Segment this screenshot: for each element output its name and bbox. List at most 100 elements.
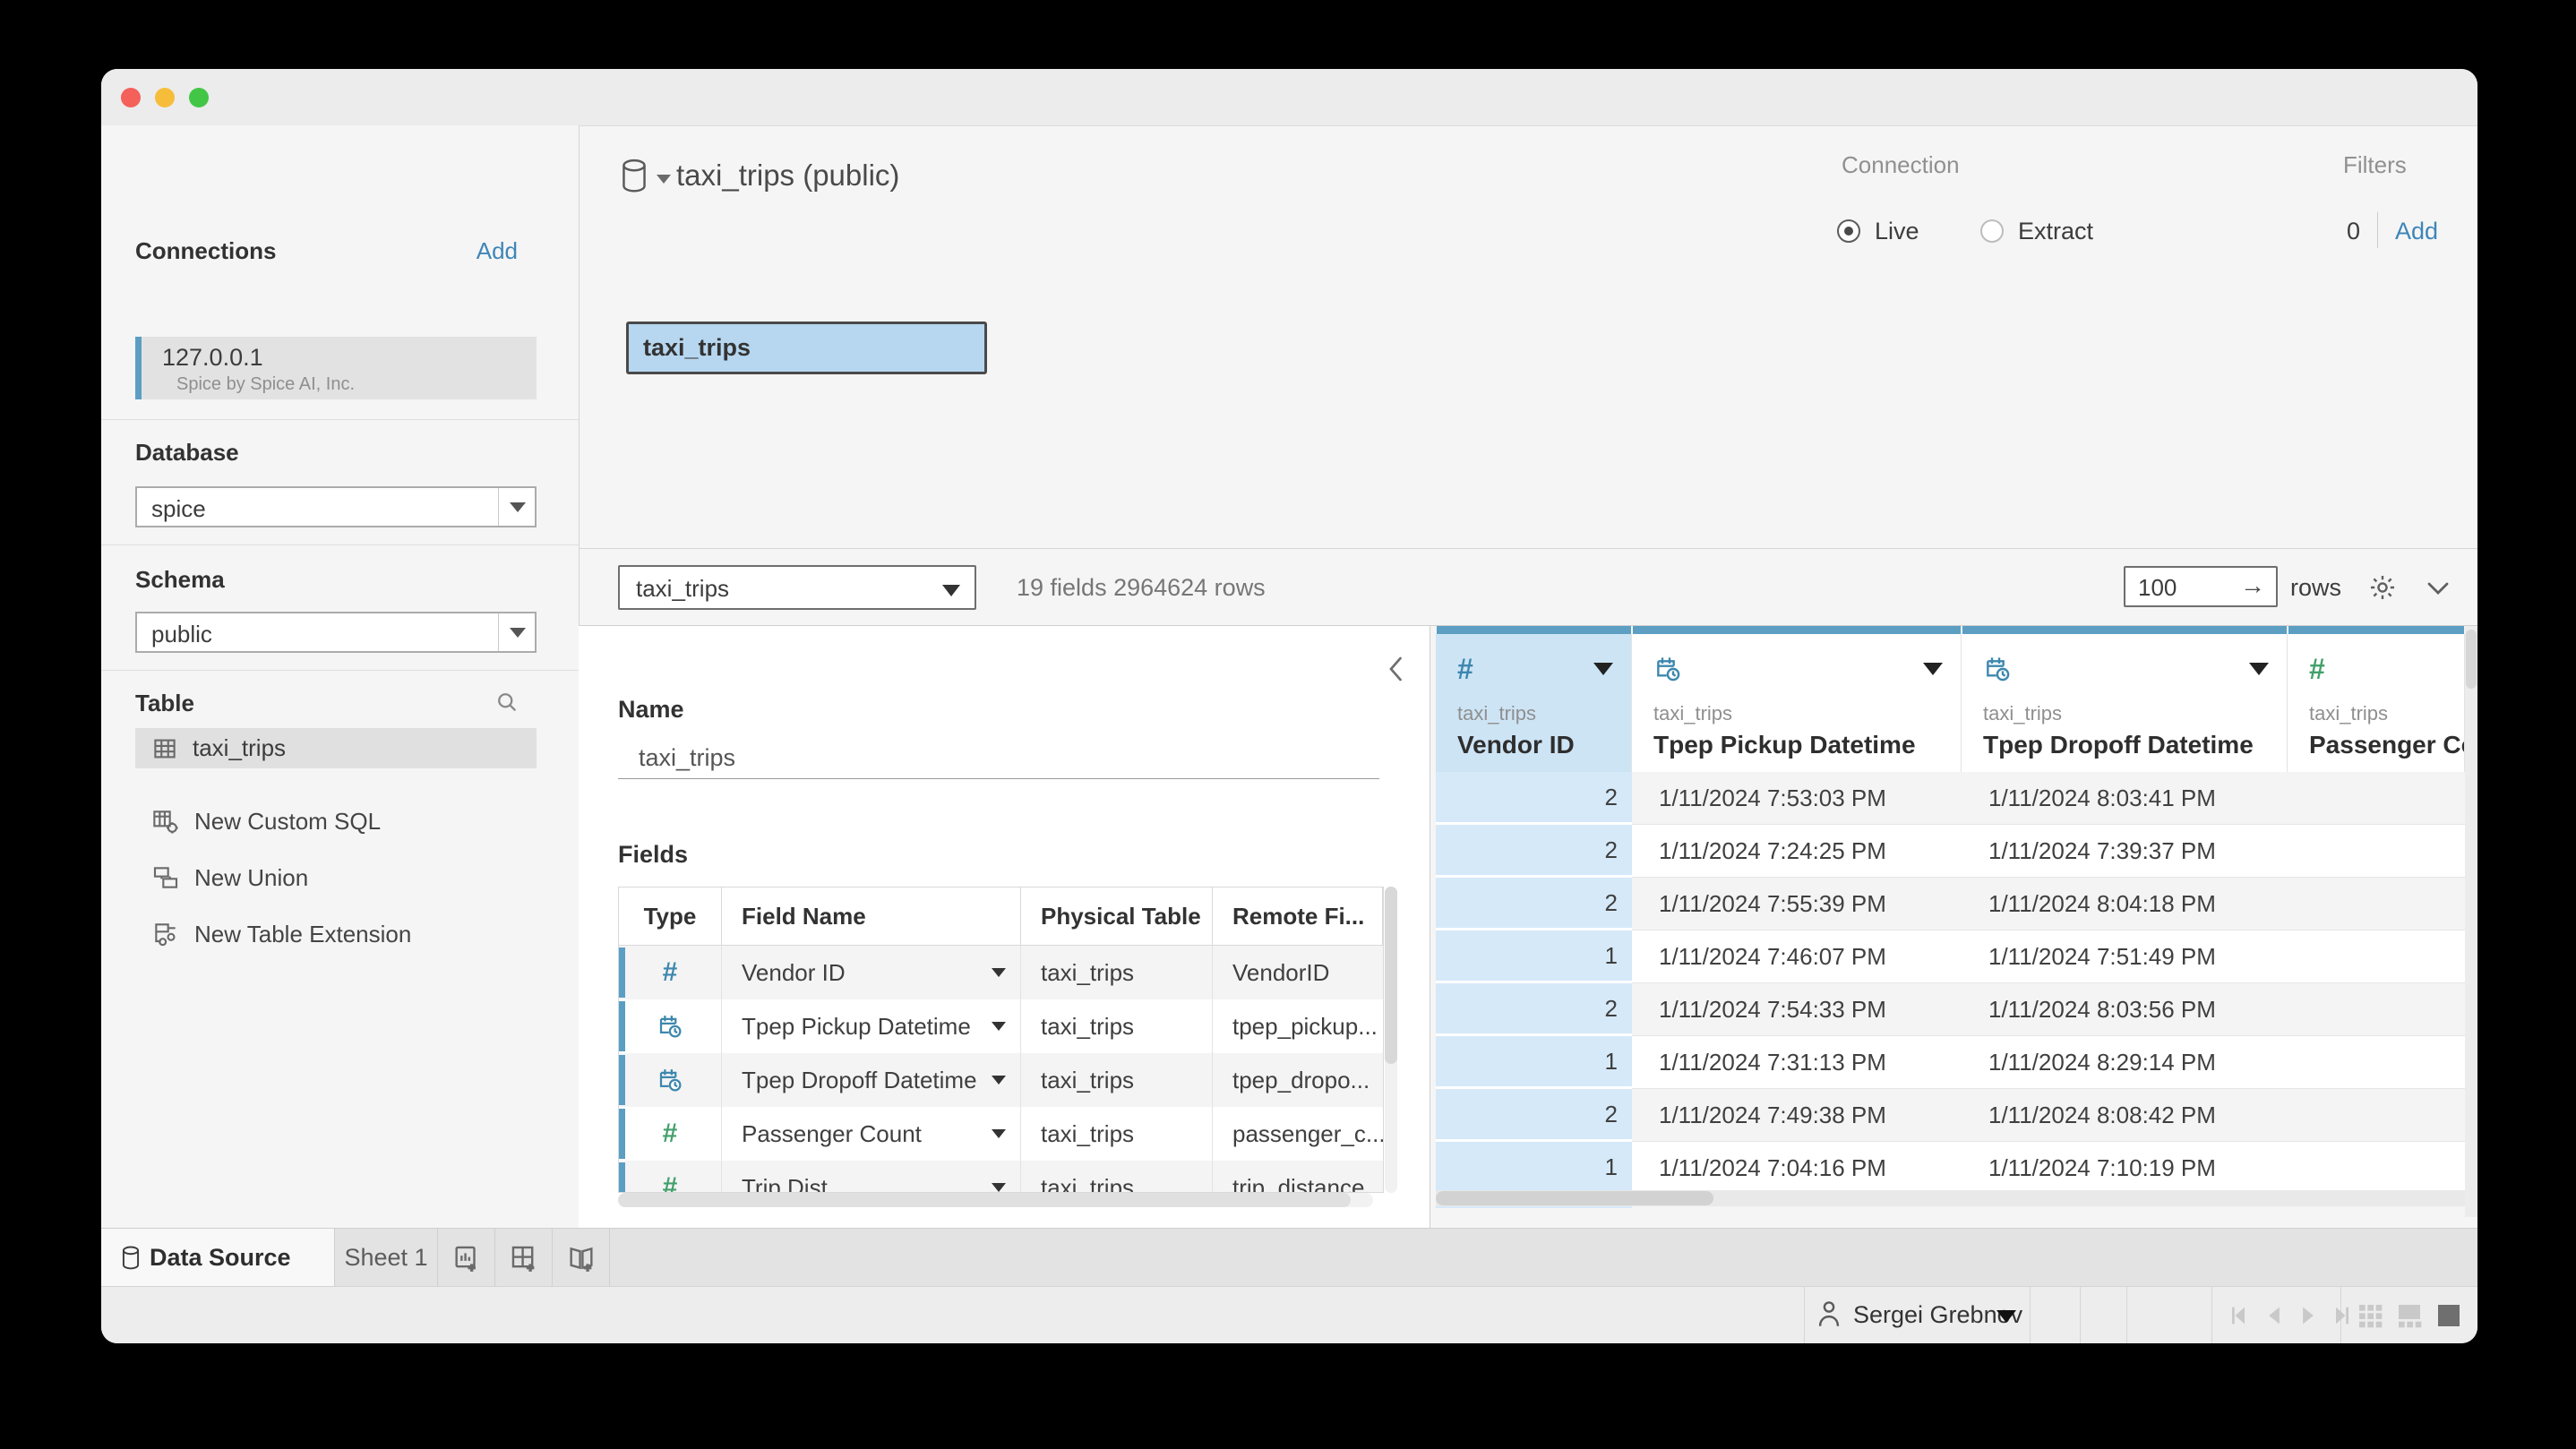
- field-row-vendor-id[interactable]: #Vendor IDtaxi_tripsVendorID: [619, 946, 1383, 999]
- column-menu-caret[interactable]: [1923, 663, 1943, 675]
- grid-cell[interactable]: 1/11/2024 7:24:25 PM: [1632, 825, 1962, 878]
- database-select[interactable]: spice: [135, 486, 537, 527]
- apply-row-count-icon[interactable]: →: [2240, 571, 2265, 600]
- column-header-vendor-id[interactable]: #taxi_tripsVendor ID: [1436, 634, 1632, 772]
- prev-page-icon[interactable]: [2262, 1303, 2287, 1333]
- user-menu-caret[interactable]: [1996, 1310, 2016, 1323]
- live-radio-label[interactable]: Live: [1875, 218, 1919, 245]
- grid-hscrollbar[interactable]: [1436, 1190, 2465, 1206]
- fields-hscrollbar[interactable]: [618, 1193, 1373, 1207]
- grid-cell[interactable]: 1/11/2024 8:04:18 PM: [1962, 878, 2288, 930]
- column-selection-strip[interactable]: [1962, 626, 2287, 634]
- grid-cell[interactable]: 1: [1436, 930, 1632, 983]
- grid-cell[interactable]: 2: [1436, 1089, 1632, 1142]
- canvas-table-chip[interactable]: taxi_trips: [626, 322, 987, 374]
- field-dropdown-caret[interactable]: [992, 1183, 1006, 1192]
- grid-vscrollbar[interactable]: [2465, 626, 2477, 1217]
- next-page-icon[interactable]: [2296, 1303, 2321, 1333]
- grid-cell[interactable]: 2: [1436, 825, 1632, 878]
- fields-vscrollbar[interactable]: [1385, 887, 1397, 1193]
- extract-radio-label[interactable]: Extract: [2018, 218, 2093, 245]
- field-row-passenger-count[interactable]: #Passenger Counttaxi_tripspassenger_c...: [619, 1107, 1383, 1161]
- filters-add-link[interactable]: Add: [2395, 218, 2438, 245]
- grid-cell[interactable]: 1/11/2024 7:53:03 PM: [1632, 772, 1962, 825]
- zoom-window-button[interactable]: [189, 88, 209, 107]
- grid-settings-gear-icon[interactable]: [2367, 572, 2398, 607]
- action-new-custom-sql[interactable]: New Custom SQL: [135, 803, 537, 839]
- grid-cell[interactable]: [2288, 1036, 2465, 1089]
- grid-cell[interactable]: 1/11/2024 8:03:56 PM: [1962, 983, 2288, 1036]
- live-radio[interactable]: [1837, 219, 1860, 243]
- tab-sheet1[interactable]: Sheet 1: [335, 1229, 438, 1287]
- grid-cell[interactable]: [2288, 878, 2465, 930]
- connection-item[interactable]: 127.0.0.1 Spice by Spice AI, Inc.: [135, 337, 537, 399]
- field-dropdown-caret[interactable]: [992, 1022, 1006, 1031]
- column-selection-strip[interactable]: [2288, 626, 2464, 634]
- close-window-button[interactable]: [121, 88, 141, 107]
- schema-select-dropdown[interactable]: [498, 613, 535, 651]
- grid-cell[interactable]: 1: [1436, 1036, 1632, 1089]
- row-count-input[interactable]: 100 →: [2124, 566, 2278, 607]
- datasource-caret-icon[interactable]: [657, 175, 671, 184]
- grid-cell[interactable]: 2: [1436, 983, 1632, 1036]
- field-row-tpep-dropoff-datetime[interactable]: Tpep Dropoff Datetimetaxi_tripstpep_drop…: [619, 1053, 1383, 1107]
- minimize-window-button[interactable]: [155, 88, 175, 107]
- grid-cell[interactable]: 1/11/2024 8:29:14 PM: [1962, 1036, 2288, 1089]
- grid-cell[interactable]: 1/11/2024 7:54:33 PM: [1632, 983, 1962, 1036]
- grid-cell[interactable]: [2288, 1142, 2465, 1195]
- show-sheet-sorter-icon[interactable]: [2356, 1301, 2384, 1334]
- grid-cell[interactable]: 1/11/2024 8:03:41 PM: [1962, 772, 2288, 825]
- grid-cell[interactable]: [2288, 930, 2465, 983]
- grid-cell[interactable]: 1/11/2024 7:55:39 PM: [1632, 878, 1962, 930]
- first-page-icon[interactable]: [2226, 1303, 2251, 1333]
- extract-radio[interactable]: [1980, 219, 2004, 243]
- grid-cell[interactable]: 1/11/2024 7:46:07 PM: [1632, 930, 1962, 983]
- add-connection-link[interactable]: Add: [477, 237, 518, 265]
- schema-select[interactable]: public: [135, 612, 537, 653]
- grid-cell[interactable]: 1: [1436, 1142, 1632, 1195]
- tab-data-source[interactable]: Data Source: [101, 1229, 335, 1287]
- grid-cell[interactable]: 2: [1436, 772, 1632, 825]
- show-tabs-icon[interactable]: [2434, 1301, 2463, 1334]
- grid-cell[interactable]: 1/11/2024 7:04:16 PM: [1632, 1142, 1962, 1195]
- column-header-passenger-count[interactable]: #taxi_tripsPassenger Count: [2288, 634, 2465, 772]
- database-select-dropdown[interactable]: [498, 488, 535, 526]
- name-input[interactable]: taxi_trips: [618, 741, 1379, 779]
- grid-cell[interactable]: [2288, 825, 2465, 878]
- last-page-icon[interactable]: [2330, 1303, 2355, 1333]
- column-menu-caret[interactable]: [1593, 663, 1613, 675]
- column-selection-strip[interactable]: [1633, 626, 1961, 634]
- grid-cell[interactable]: 1/11/2024 7:39:37 PM: [1962, 825, 2288, 878]
- column-selection-strip[interactable]: [1437, 626, 1631, 634]
- action-new-union[interactable]: New Union: [135, 860, 537, 896]
- collapse-pane-icon[interactable]: [1386, 656, 1409, 679]
- grid-cell[interactable]: 1/11/2024 7:51:49 PM: [1962, 930, 2288, 983]
- new-worksheet-button[interactable]: [438, 1229, 495, 1287]
- grid-cell[interactable]: 1/11/2024 7:10:19 PM: [1962, 1142, 2288, 1195]
- field-row-trip-dist-[interactable]: #Trip Dist...taxi_tripstrip_distance: [619, 1161, 1383, 1193]
- grid-cell[interactable]: [2288, 772, 2465, 825]
- table-search-icon[interactable]: [494, 690, 519, 719]
- grid-cell[interactable]: 2: [1436, 878, 1632, 930]
- sidebar-item-taxi-trips[interactable]: taxi_trips: [135, 728, 537, 768]
- grid-cell[interactable]: 1/11/2024 7:31:13 PM: [1632, 1036, 1962, 1089]
- field-dropdown-caret[interactable]: [992, 1076, 1006, 1085]
- action-new-table-extension[interactable]: New Table Extension: [135, 916, 537, 952]
- column-header-tpep-dropoff-datetime[interactable]: taxi_tripsTpep Dropoff Datetime: [1962, 634, 2288, 772]
- show-filmstrip-icon[interactable]: [2395, 1301, 2424, 1334]
- grid-cell[interactable]: 1/11/2024 7:49:38 PM: [1632, 1089, 1962, 1142]
- grid-collapse-chevron-icon[interactable]: [2425, 578, 2451, 604]
- new-story-button[interactable]: [553, 1229, 610, 1287]
- grid-cell[interactable]: 1/11/2024 8:08:42 PM: [1962, 1089, 2288, 1142]
- fields-col-header: Field Name: [722, 887, 1021, 945]
- column-header-tpep-pickup-datetime[interactable]: taxi_tripsTpep Pickup Datetime: [1632, 634, 1962, 772]
- field-dropdown-caret[interactable]: [992, 968, 1006, 977]
- new-dashboard-button[interactable]: [495, 1229, 553, 1287]
- column-menu-caret[interactable]: [2249, 663, 2269, 675]
- grid-cell[interactable]: [2288, 983, 2465, 1036]
- datasource-db-icon[interactable]: [620, 159, 648, 199]
- field-row-tpep-pickup-datetime[interactable]: Tpep Pickup Datetimetaxi_tripstpep_picku…: [619, 999, 1383, 1053]
- grid-cell[interactable]: [2288, 1089, 2465, 1142]
- field-dropdown-caret[interactable]: [992, 1129, 1006, 1138]
- result-table-select[interactable]: taxi_trips: [618, 565, 976, 610]
